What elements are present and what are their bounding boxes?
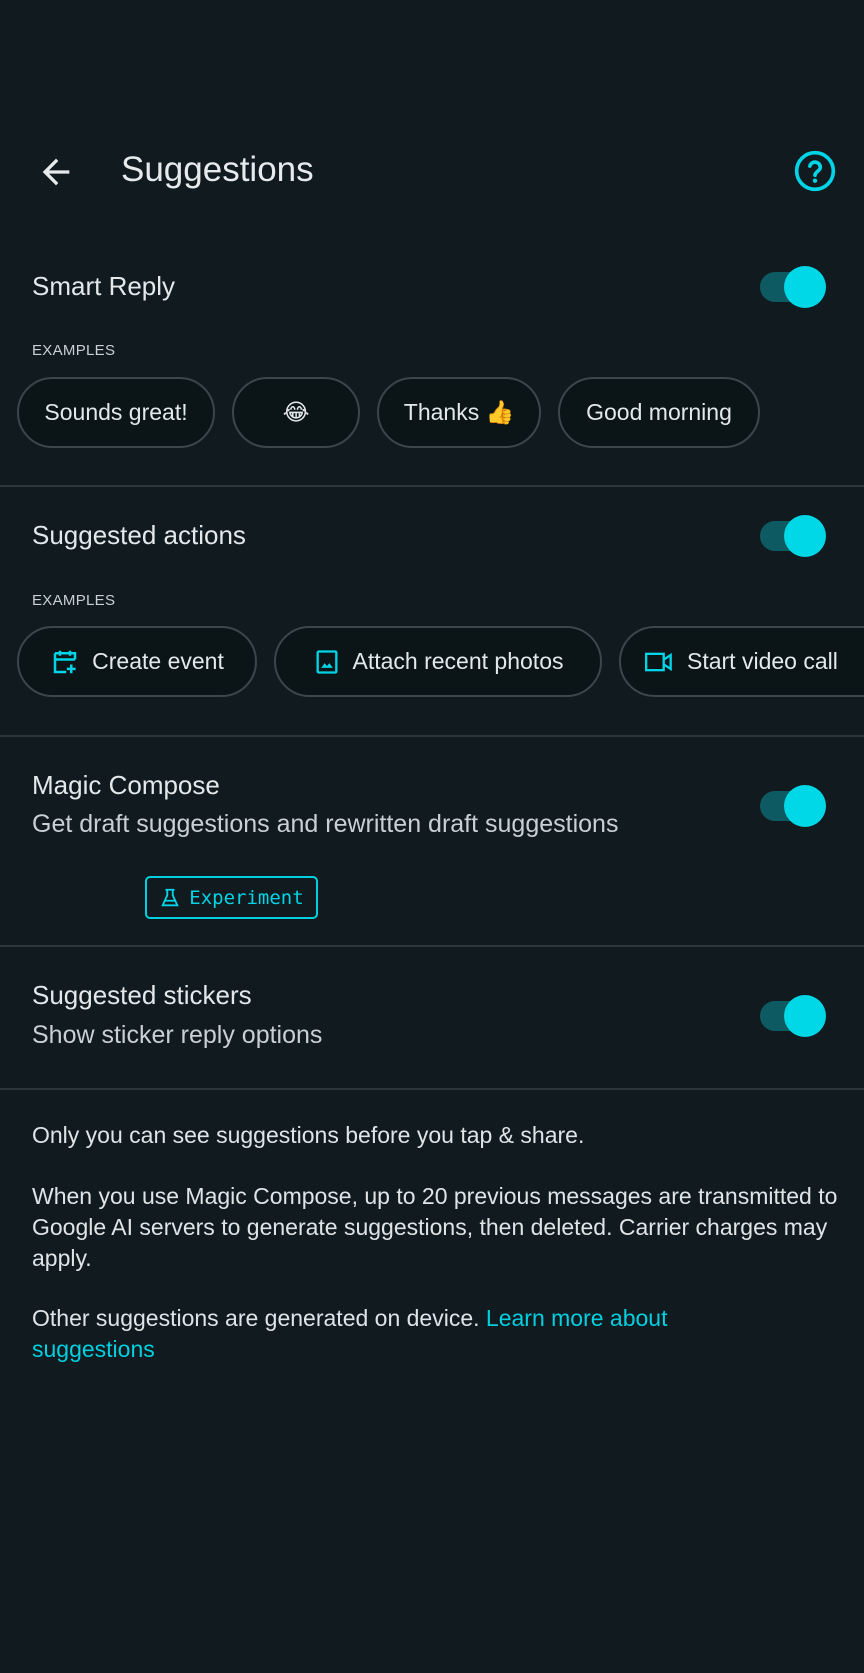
calendar-add-icon	[53, 650, 77, 673]
magic-compose-label: Magic Compose	[32, 770, 220, 800]
help-circle-icon[interactable]	[793, 149, 837, 193]
suggested-stickers-subtitle: Show sticker reply options	[32, 1021, 323, 1049]
chip-sounds-great[interactable]: Sounds great!	[17, 377, 215, 448]
smart-reply-label: Smart Reply	[32, 271, 176, 301]
divider	[0, 945, 864, 947]
smart-reply-toggle[interactable]	[760, 264, 826, 308]
suggested-actions-label: Suggested actions	[32, 520, 246, 550]
experiment-badge: Experiment	[145, 876, 318, 919]
magic-compose-subtitle: Get draft suggestions and rewritten draf…	[32, 810, 619, 838]
back-arrow-icon[interactable]	[36, 152, 76, 192]
chip-start-video-call[interactable]: Start video call	[619, 626, 864, 697]
chip-thanks[interactable]: Thanks 👍	[377, 377, 541, 448]
suggested-stickers-label: Suggested stickers	[32, 980, 252, 1010]
suggested-actions-toggle[interactable]	[760, 513, 826, 557]
divider	[0, 735, 864, 737]
on-device-note: Other suggestions are generated on devic…	[32, 1305, 668, 1362]
chip-good-morning[interactable]: Good morning	[558, 377, 760, 448]
magic-compose-note: When you use Magic Compose, up to 20 pre…	[32, 1183, 838, 1271]
privacy-note: Only you can see suggestions before you …	[32, 1122, 585, 1148]
divider	[0, 485, 864, 487]
video-camera-icon	[645, 652, 672, 671]
magic-compose-toggle[interactable]	[760, 783, 826, 827]
divider	[0, 1088, 864, 1090]
suggested-stickers-toggle[interactable]	[760, 993, 826, 1037]
flask-icon	[161, 888, 180, 906]
image-icon	[316, 649, 338, 674]
examples-label: EXAMPLES	[32, 342, 116, 359]
chip-attach-recent-photos[interactable]: Attach recent photos	[274, 626, 602, 697]
chip-create-event[interactable]: Create event	[17, 626, 257, 697]
chip-laughing-emoji[interactable]: 😂	[232, 377, 360, 448]
page-title: Suggestions	[121, 150, 314, 189]
examples-label: EXAMPLES	[32, 592, 116, 609]
